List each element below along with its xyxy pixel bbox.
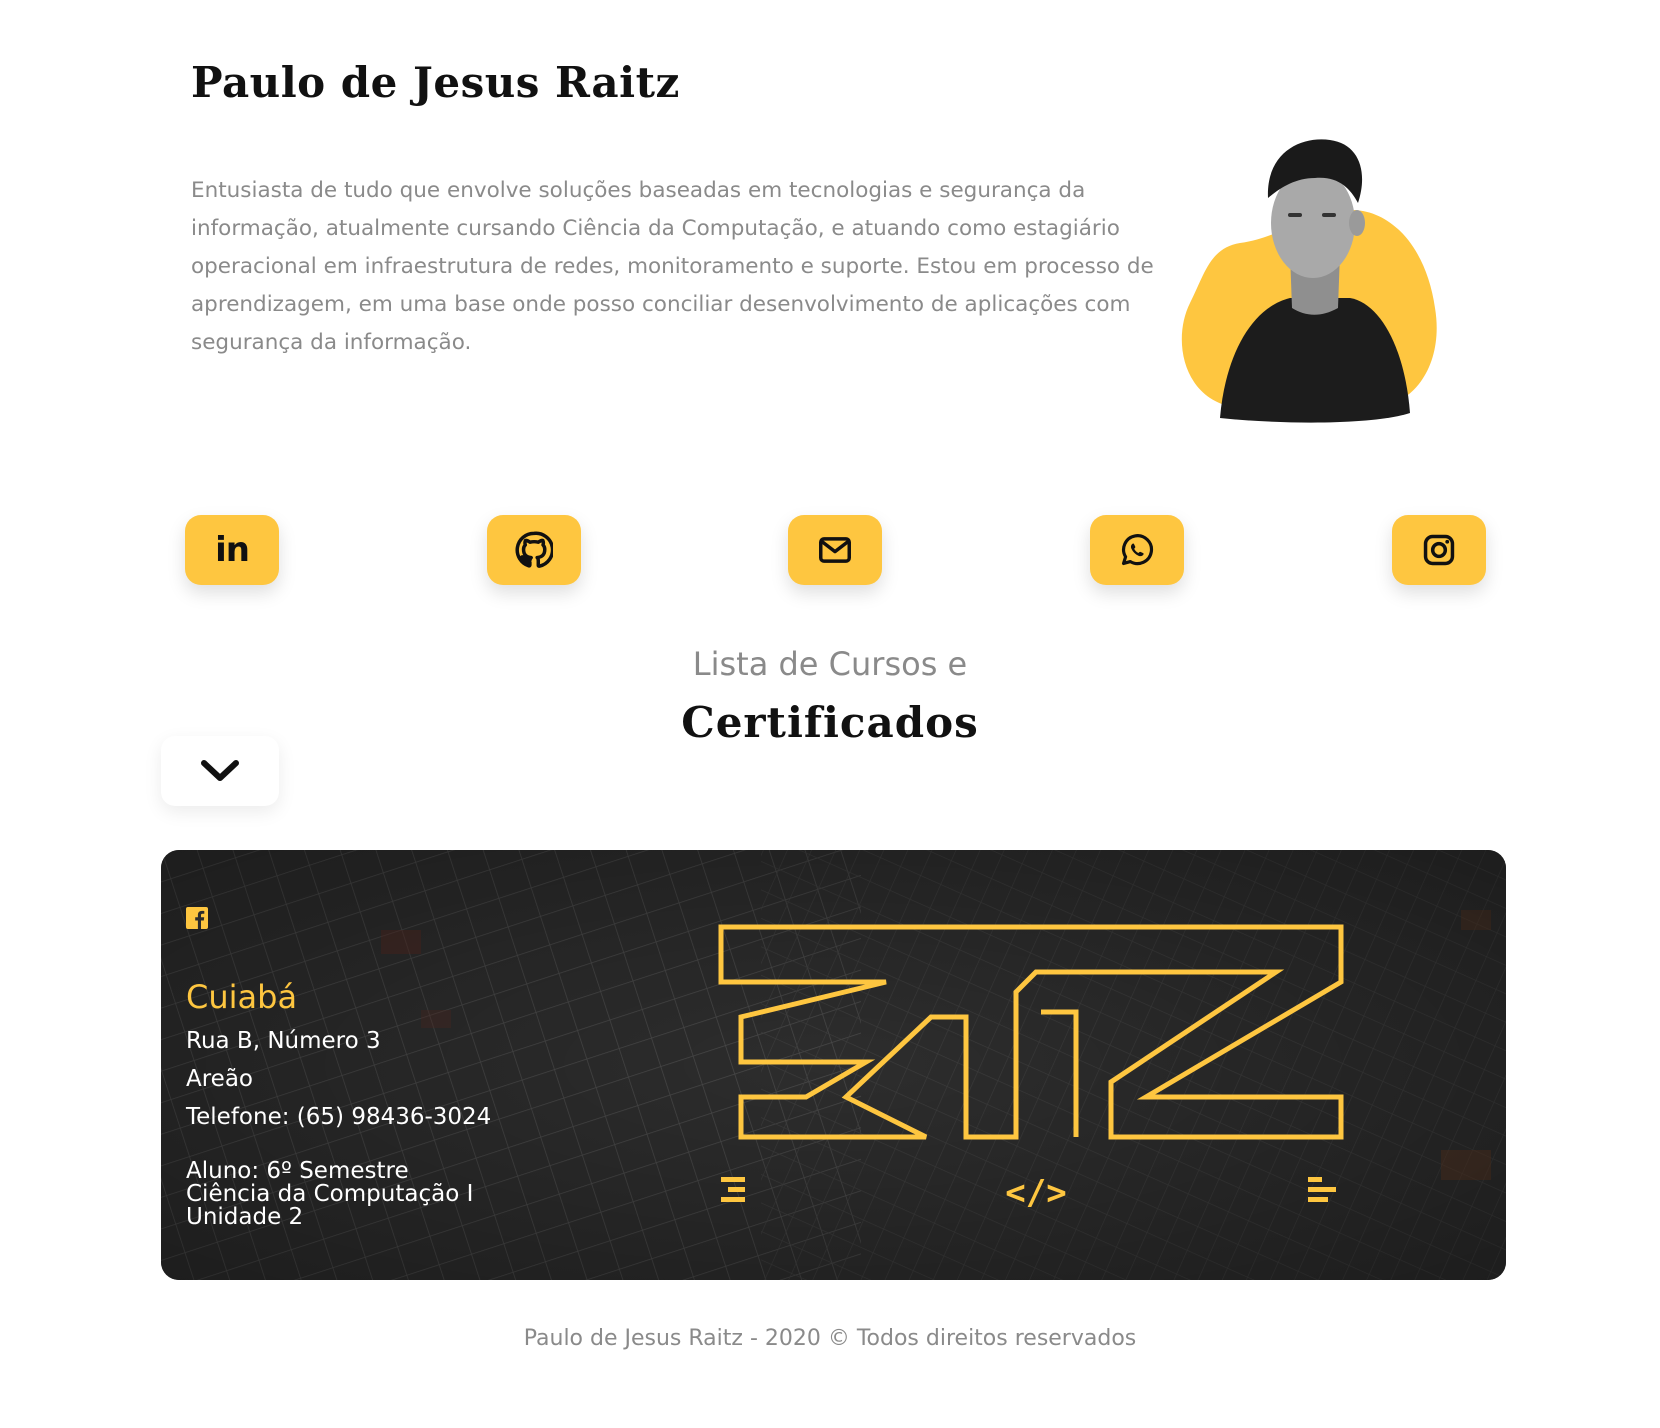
student-course: Ciência da Computação I	[186, 1181, 474, 1207]
footer-district: Areão	[186, 1066, 254, 1092]
chevron-down-icon	[201, 760, 239, 781]
avatar-ear	[1349, 210, 1365, 236]
whatsapp-button[interactable]	[1090, 515, 1184, 585]
github-icon	[515, 531, 553, 568]
facebook-icon[interactable]	[186, 907, 208, 929]
footer-phone: Telefone: (65) 98436-3024	[186, 1104, 492, 1130]
footer-card: Cuiabá Rua B, Número 3 Areão Telefone: (…	[161, 850, 1506, 1280]
instagram-button[interactable]	[1392, 515, 1486, 585]
profile-bio: Entusiasta de tudo que envolve soluções …	[191, 178, 1154, 355]
logo-code-glyph: </>	[1005, 1173, 1066, 1213]
github-button[interactable]	[487, 515, 581, 585]
expand-courses-button[interactable]	[161, 736, 279, 806]
linkedin-button[interactable]: in	[185, 515, 279, 585]
linkedin-icon: in	[215, 530, 250, 570]
whatsapp-icon	[1121, 534, 1153, 566]
instagram-icon	[1423, 534, 1455, 566]
student-unit: Unidade 2	[186, 1204, 304, 1230]
social-links: in	[185, 515, 1486, 587]
profile-name: Paulo de Jesus Raitz	[191, 58, 680, 107]
profile-avatar	[1181, 139, 1437, 423]
email-button[interactable]	[788, 515, 882, 585]
avatar-eye-left	[1288, 213, 1302, 217]
courses-subtitle: Lista de Cursos e	[692, 645, 968, 683]
copyright-text: Paulo de Jesus Raitz - 2020 © Todos dire…	[523, 1326, 1137, 1351]
footer-student-info: Aluno: 6º Semestre Ciência da Computação…	[186, 1160, 473, 1229]
riz-logo: </>	[718, 924, 1344, 1213]
footer-city: Cuiabá	[186, 978, 298, 1016]
avatar-eye-right	[1322, 213, 1336, 217]
footer-street: Rua B, Número 3	[186, 1028, 381, 1054]
page: Paulo de Jesus Raitz Entusiasta de tudo …	[0, 0, 1660, 1428]
student-semester: Aluno: 6º Semestre	[186, 1158, 409, 1184]
mail-icon	[819, 537, 851, 563]
